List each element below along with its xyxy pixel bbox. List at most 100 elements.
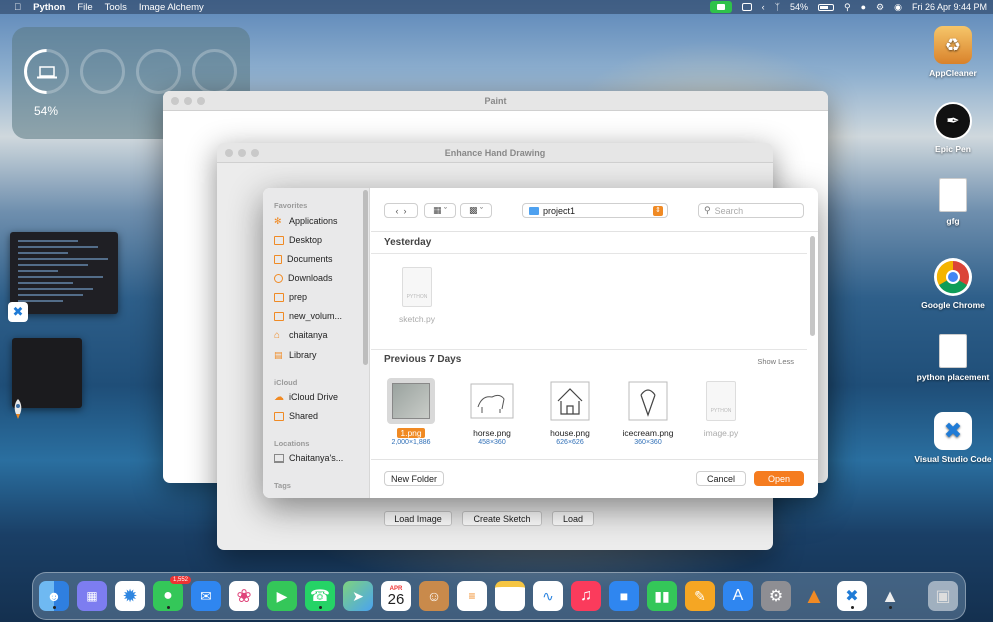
file-item-house-png[interactable]: house.png 626×626 <box>534 378 606 446</box>
music-icon[interactable]: ♫ <box>571 581 601 611</box>
desktop-icon-appcleaner[interactable]: ♻ AppCleaner <box>908 26 993 78</box>
load-image-button[interactable]: Load Image <box>384 511 452 526</box>
battery-ring-empty <box>136 49 181 94</box>
notes-icon[interactable] <box>495 581 525 611</box>
horse-sketch-thumbnail <box>470 383 514 419</box>
zoom-button[interactable] <box>197 97 205 105</box>
view-mode-button[interactable]: ▦ ˇ <box>424 203 456 218</box>
desktop-icon-chrome[interactable]: Google Chrome <box>908 258 993 310</box>
contacts-icon[interactable]: ☺ <box>419 581 449 611</box>
sidebar-item-shared[interactable]: Shared <box>274 411 318 421</box>
messages-icon[interactable]: ● 1,552 <box>153 576 191 611</box>
toggle-icon[interactable]: ⚙ <box>876 2 884 13</box>
sidebar-item-icloud-drive[interactable]: ☁ iCloud Drive <box>274 392 338 402</box>
minimize-button[interactable] <box>238 149 246 157</box>
minimize-button[interactable] <box>184 97 192 105</box>
finder-icon[interactable]: ☻ <box>39 581 69 611</box>
sidebar-item-library[interactable]: ▤ Library <box>274 350 317 360</box>
group-by-button[interactable]: ▩ ˇ <box>460 203 492 218</box>
menu-datetime[interactable]: Fri 26 Apr 9:44 PM <box>912 2 987 12</box>
launchpad-icon[interactable]: ▦ <box>77 581 107 611</box>
enhance-titlebar[interactable]: Enhance Hand Drawing <box>217 143 773 163</box>
python-file-icon: PYTHON <box>402 267 432 307</box>
dock: ☻ ▦ ✹ ● 1,552 ✉ ❀ ▶ ☎ ➤ APR 26 ☺ ≡ ∿ ♫ ■ … <box>32 572 966 620</box>
sidebar-item-downloads[interactable]: Downloads <box>274 273 333 283</box>
search-field[interactable]: ⚲ Search <box>698 203 804 218</box>
keynote-icon[interactable]: ■ <box>609 581 639 611</box>
open-button[interactable]: Open <box>754 471 804 486</box>
menu-app-name[interactable]: Python <box>33 2 65 13</box>
sidebar-item-macintosh[interactable]: Chaitanya's... <box>274 453 343 463</box>
calendar-icon[interactable]: APR 26 <box>381 581 411 611</box>
siri-icon[interactable]: ◉ <box>894 2 902 13</box>
apple-icon[interactable]:  <box>14 2 21 13</box>
maps-icon[interactable]: ➤ <box>343 581 373 611</box>
file-browser-scrollbar[interactable] <box>810 236 815 336</box>
close-button[interactable] <box>225 149 233 157</box>
folder-icon <box>274 292 284 302</box>
sidebar-item-prep[interactable]: prep <box>274 292 307 302</box>
sidebar-item-applications[interactable]: ✻ Applications <box>274 216 338 226</box>
chevron-right-icon[interactable]: › <box>404 206 407 216</box>
sidebar-item-chaitanya[interactable]: ⌂ chaitanya <box>274 330 328 340</box>
show-less-link[interactable]: Show Less <box>757 357 794 366</box>
safari-icon[interactable]: ✹ <box>115 581 145 611</box>
vscode-icon[interactable]: ✖ <box>8 302 28 322</box>
sidebar-scrollbar[interactable] <box>363 190 368 365</box>
file-item-horse-png[interactable]: horse.png 458×360 <box>456 378 528 446</box>
desktop-icon-gfg[interactable]: gfg <box>908 178 993 226</box>
sidebar-item-desktop[interactable]: Desktop <box>274 235 322 245</box>
location-popup[interactable]: project1 ⇕ <box>522 203 668 218</box>
file-item-image-py[interactable]: PYTHON image.py <box>685 378 757 438</box>
facetime-icon[interactable]: ▶ <box>267 581 297 611</box>
app-store-icon[interactable]: A <box>723 581 753 611</box>
file-item-1-png[interactable]: 1.png 2,000×1,886 <box>375 378 447 446</box>
desktop-icon-label: Visual Studio Code <box>914 454 992 464</box>
dialog-sidebar: Favorites ✻ Applications Desktop Documen… <box>263 188 370 498</box>
screen-record-icon[interactable] <box>709 1 732 13</box>
new-folder-button[interactable]: New Folder <box>384 471 444 486</box>
desktop-icon-label: gfg <box>946 216 960 226</box>
desktop-icon-epic-pen[interactable]: ✒ Epic Pen <box>908 102 993 154</box>
rocket-icon[interactable] <box>10 398 26 420</box>
file-item-icecream-png[interactable]: icecream.png 360×360 <box>612 378 684 446</box>
vscode-icon: ✖ <box>934 412 972 450</box>
trash-icon[interactable]: ▣ <box>928 581 958 611</box>
chevron-left-icon[interactable]: ‹ <box>395 206 398 216</box>
vlc-icon[interactable]: ▲ <box>799 581 829 611</box>
paint-title: Paint <box>484 96 507 106</box>
pages-icon[interactable]: ✎ <box>685 581 715 611</box>
photos-icon[interactable]: ❀ <box>229 581 259 611</box>
system-settings-icon[interactable]: ⚙ <box>761 581 791 611</box>
display-icon[interactable] <box>741 3 752 11</box>
vscode-icon[interactable]: ✖ <box>837 581 867 611</box>
control-center-icon[interactable]: ● <box>861 2 866 12</box>
menu-tools[interactable]: Tools <box>105 2 127 13</box>
desktop-icon-vscode[interactable]: ✖ Visual Studio Code <box>904 412 993 464</box>
reminders-icon[interactable]: ≡ <box>457 581 487 611</box>
whatsapp-icon[interactable]: ☎ <box>305 581 335 611</box>
zoom-button[interactable] <box>251 149 259 157</box>
paint-titlebar[interactable]: Paint <box>163 91 828 111</box>
rocket-typist-icon[interactable]: ▲ <box>875 581 905 611</box>
numbers-icon[interactable]: ▮▮ <box>647 581 677 611</box>
bluetooth-icon[interactable]: ᛉ <box>775 2 780 12</box>
cancel-button[interactable]: Cancel <box>696 471 746 486</box>
load-button[interactable]: Load <box>552 511 594 526</box>
menu-file[interactable]: File <box>77 2 92 13</box>
create-sketch-button[interactable]: Create Sketch <box>462 511 542 526</box>
location-label: project1 <box>543 205 576 216</box>
file-item-sketch-py[interactable]: PYTHON sketch.py <box>381 264 453 324</box>
back-forward-buttons[interactable]: ‹ › <box>384 203 418 218</box>
sidebar-item-documents[interactable]: Documents <box>274 254 333 264</box>
sidebar-item-new-volume[interactable]: new_volum... <box>274 311 342 321</box>
sidebar-header-favorites: Favorites <box>274 201 308 210</box>
desktop-icon-python-placement[interactable]: python placement <box>904 334 993 382</box>
menu-image-alchemy[interactable]: Image Alchemy <box>139 2 204 13</box>
battery-icon[interactable] <box>817 3 834 11</box>
chevron-left-icon[interactable]: ‹ <box>762 2 765 12</box>
freeform-icon[interactable]: ∿ <box>533 581 563 611</box>
close-button[interactable] <box>171 97 179 105</box>
search-icon[interactable]: ⚲ <box>844 2 851 13</box>
mail-icon[interactable]: ✉ <box>191 581 221 611</box>
